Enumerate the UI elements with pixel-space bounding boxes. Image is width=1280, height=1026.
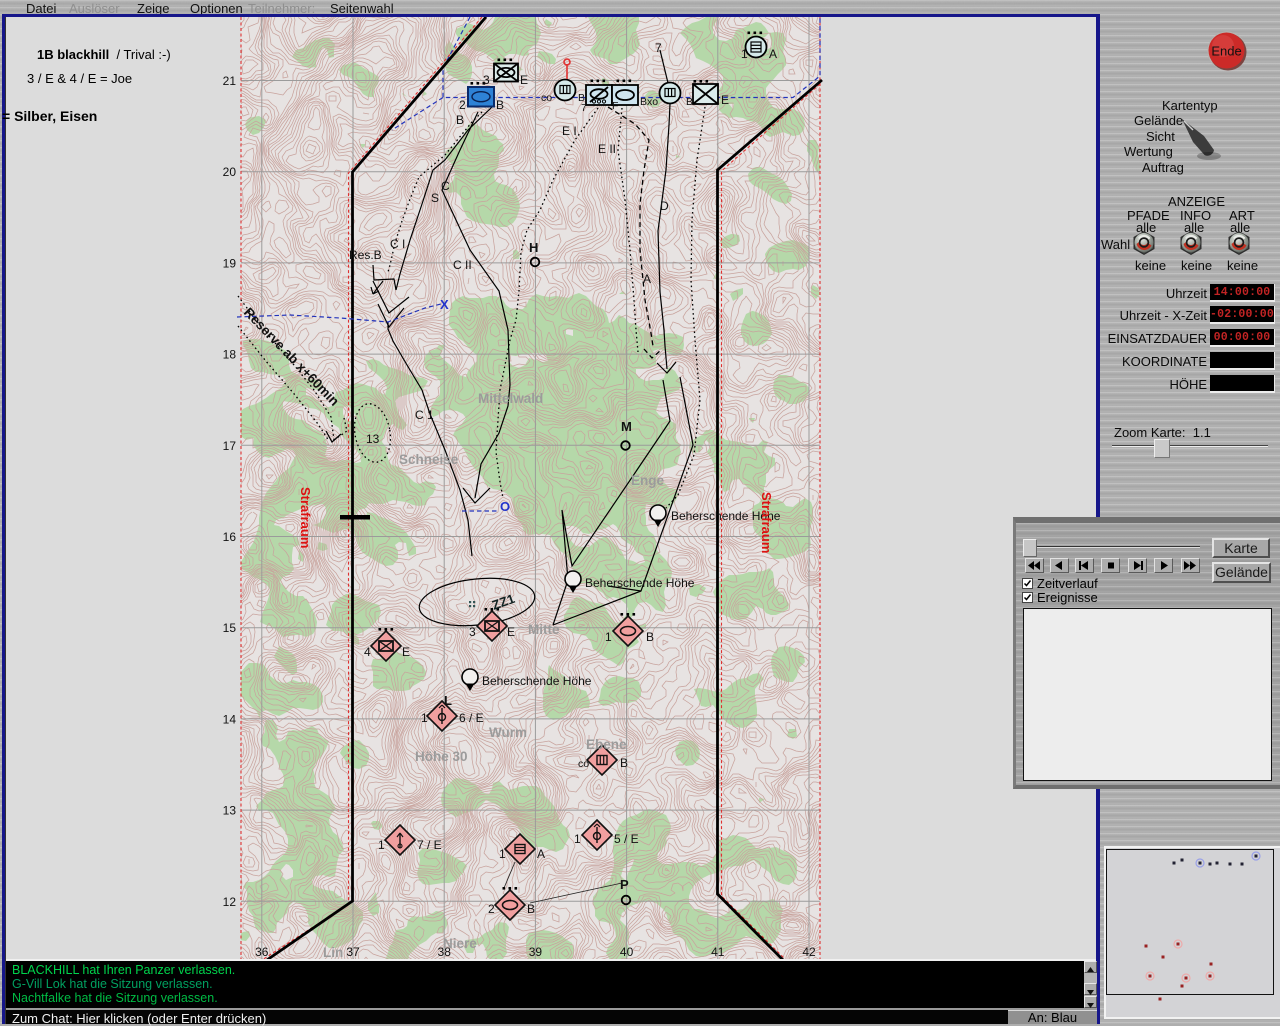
svg-text:Mittelwald: Mittelwald — [478, 391, 543, 406]
svg-text:B: B — [496, 98, 504, 112]
svg-text:4: 4 — [364, 645, 371, 659]
svg-text:E: E — [721, 93, 729, 107]
svg-text:7: 7 — [581, 102, 587, 114]
svg-text:21: 21 — [223, 74, 237, 88]
svg-text:H: H — [529, 240, 538, 255]
svg-text:16: 16 — [223, 530, 237, 544]
svg-text:Beherschende Höhe: Beherschende Höhe — [482, 674, 592, 688]
svg-text:Ende: Ende — [1211, 44, 1241, 59]
svg-text:1: 1 — [499, 847, 506, 861]
svg-text:Res.B: Res.B — [349, 248, 382, 262]
svg-text:17: 17 — [223, 439, 237, 453]
svg-text:E: E — [520, 73, 528, 87]
svg-text:Beherschende Höhe: Beherschende Höhe — [585, 576, 695, 590]
svg-text:F: F — [612, 100, 618, 112]
svg-text:E II: E II — [598, 142, 616, 156]
svg-text:36: 36 — [255, 945, 269, 959]
svg-text:Mitte: Mitte — [528, 622, 560, 637]
svg-text:40: 40 — [620, 945, 634, 959]
svg-text:3: 3 — [483, 73, 490, 87]
svg-text:B: B — [527, 902, 535, 916]
svg-text:B: B — [456, 113, 464, 127]
svg-text:Niere: Niere — [443, 936, 477, 951]
svg-text:M: M — [621, 419, 632, 434]
svg-text:Bxo: Bxo — [640, 96, 658, 108]
svg-text:co: co — [578, 758, 589, 770]
svg-text:co: co — [541, 92, 552, 104]
svg-text:Strafraum: Strafraum — [298, 487, 313, 548]
svg-text:P: P — [620, 877, 629, 892]
svg-text:A: A — [537, 847, 545, 861]
svg-text:B: B — [646, 630, 654, 644]
svg-text:42: 42 — [802, 945, 816, 959]
svg-text:E: E — [507, 625, 515, 639]
svg-text:E: E — [402, 645, 410, 659]
svg-text:Lin: Lin — [323, 945, 343, 960]
svg-text:A: A — [769, 47, 777, 61]
svg-text:C: C — [441, 179, 450, 193]
svg-text:Enge: Enge — [631, 473, 664, 488]
svg-text:C II: C II — [453, 258, 472, 272]
svg-text:41: 41 — [711, 945, 725, 959]
svg-text:Ebene: Ebene — [586, 737, 627, 752]
svg-text:C I: C I — [390, 237, 405, 251]
svg-text:1: 1 — [421, 711, 428, 725]
svg-text:1: 1 — [741, 47, 748, 61]
svg-text:Wurm: Wurm — [489, 725, 527, 740]
svg-text:6 / E: 6 / E — [459, 711, 484, 725]
svg-text:Höhe 30: Höhe 30 — [415, 749, 468, 764]
svg-text:O: O — [500, 499, 510, 514]
svg-text:L: L — [444, 693, 452, 708]
svg-text:13: 13 — [223, 804, 237, 818]
svg-text:13: 13 — [366, 432, 380, 446]
svg-text:A: A — [643, 272, 651, 286]
svg-text:15: 15 — [223, 621, 237, 635]
svg-text:1: 1 — [605, 630, 612, 644]
svg-text:12: 12 — [223, 895, 237, 909]
svg-text:X: X — [440, 297, 449, 312]
svg-text:5 / E: 5 / E — [614, 832, 639, 846]
svg-text:39: 39 — [529, 945, 543, 959]
svg-text:Strafraum: Strafraum — [759, 492, 774, 553]
svg-text:1: 1 — [574, 832, 581, 846]
svg-text:Schneise: Schneise — [399, 452, 459, 467]
svg-text:E I: E I — [562, 124, 577, 138]
svg-text:B: B — [620, 756, 628, 770]
svg-text:D: D — [660, 199, 669, 213]
svg-text:7: 7 — [655, 41, 662, 55]
svg-text:S: S — [431, 191, 439, 205]
svg-text:20: 20 — [223, 165, 237, 179]
svg-text:2: 2 — [488, 902, 495, 916]
svg-text:C 1: C 1 — [415, 408, 434, 422]
svg-text:19: 19 — [223, 256, 237, 270]
svg-text:2: 2 — [459, 98, 466, 112]
svg-text:7 / E: 7 / E — [417, 838, 442, 852]
svg-text:B: B — [686, 96, 693, 108]
svg-text:3: 3 — [469, 625, 476, 639]
svg-text:1: 1 — [378, 838, 385, 852]
svg-text:37: 37 — [346, 945, 360, 959]
svg-text:14: 14 — [223, 712, 237, 726]
svg-text:18: 18 — [223, 348, 237, 362]
